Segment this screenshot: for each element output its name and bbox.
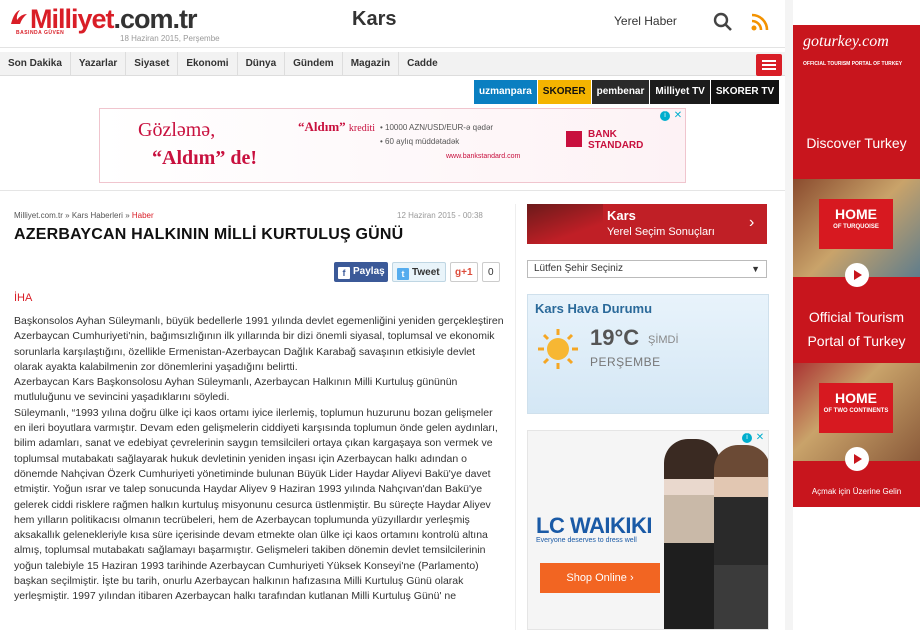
bank-logo-icon bbox=[566, 131, 582, 147]
home-badge: HOME OF TWO CONTINENTS bbox=[819, 383, 893, 433]
bank-standard-ad[interactable]: Gözləmə, “Aldım” de! “Aldım” krediti • 1… bbox=[99, 108, 686, 183]
goturkey-skyscraper-ad[interactable]: goturkey.com OFFICIAL TOURISM PORTAL OF … bbox=[793, 25, 920, 507]
breadcrumb-sep: » bbox=[125, 211, 130, 220]
bank-logo: BANK STANDARD bbox=[566, 127, 646, 153]
facebook-share-button[interactable]: f Paylaş bbox=[334, 262, 388, 282]
goturkey-logo: goturkey.com bbox=[803, 33, 889, 50]
article-paragraph: Süleymanlı, “1993 yılına doğru ülke içi … bbox=[14, 406, 498, 603]
election-subtitle: Yerel Seçim Sonuçları bbox=[607, 226, 715, 238]
tab-pembenar[interactable]: pembenar bbox=[591, 80, 651, 104]
tab-uzmanpara[interactable]: uzmanpara bbox=[474, 80, 538, 104]
model-image bbox=[714, 445, 768, 629]
ad-bullet-2: • 60 aylıq müddətadək bbox=[380, 137, 460, 146]
breadcrumb-site[interactable]: Milliyet.com.tr bbox=[14, 211, 63, 220]
nav-item-son-dakika[interactable]: Son Dakika bbox=[0, 52, 71, 75]
ad-line-2: “Aldım” de! bbox=[152, 147, 257, 169]
tab-milliyet-tv[interactable]: Milliyet TV bbox=[650, 80, 711, 104]
ad-bullet-1: • 10000 AZN/USD/EUR-ə qədər bbox=[380, 123, 494, 132]
milliyet-flag-icon bbox=[11, 10, 27, 24]
lc-slogan: Everyone deserves to dress well bbox=[536, 537, 637, 544]
tab-skorer[interactable]: SKORER bbox=[537, 80, 592, 104]
ad-url: www.bankstandard.com bbox=[446, 153, 521, 160]
model-image bbox=[664, 439, 720, 629]
weather-now-label: ŞİMDİ bbox=[648, 334, 679, 346]
article-body: Başkonsolos Ayhan Süleymanlı, büyük bede… bbox=[14, 314, 504, 630]
adchoices-icon[interactable]: i ✕ bbox=[660, 111, 684, 121]
ad-headline: “Aldım” krediti bbox=[298, 119, 376, 134]
hover-to-open-text: Açmak için Üzerine Gelin bbox=[811, 487, 902, 496]
rss-icon[interactable] bbox=[750, 12, 770, 32]
turkey-photo: HOME OF TWO CONTINENTS bbox=[793, 363, 920, 471]
local-news-link[interactable]: Yerel Haber bbox=[614, 14, 677, 28]
page-city-title: Kars bbox=[352, 8, 397, 30]
article-paragraph: Başkonsolos Ayhan Süleymanlı, büyük bede… bbox=[14, 315, 504, 373]
turkey-photo: HOME OF TURQUOISE bbox=[793, 179, 920, 287]
breadcrumb-current: Haber bbox=[131, 211, 154, 220]
election-image bbox=[527, 204, 603, 244]
tab-skorer-tv[interactable]: SKORER TV bbox=[710, 80, 781, 104]
article-date: 12 Haziran 2015 - 00:38 bbox=[397, 211, 483, 220]
weather-widget: Kars Hava Durumu 19°C ŞİMDİ PERŞEMBE bbox=[527, 294, 769, 414]
subsite-tabs: uzmanpara SKORER pembenar Milliyet TV SK… bbox=[474, 80, 781, 104]
facebook-icon: f bbox=[338, 267, 350, 279]
city-select[interactable]: Lütfen Şehir Seçiniz ▼ bbox=[527, 260, 767, 278]
weather-temperature: 19°C bbox=[590, 325, 640, 350]
nav-item-dunya[interactable]: Dünya bbox=[238, 52, 286, 75]
election-results-widget[interactable]: Kars Yerel Seçim Sonuçları › bbox=[527, 204, 767, 244]
header-date: 18 Haziran 2015, Perşembe bbox=[120, 34, 220, 43]
play-icon[interactable] bbox=[845, 263, 869, 287]
logo-slogan: BASINDA GÜVEN bbox=[16, 30, 65, 36]
goturkey-subtitle: OFFICIAL TOURISM PORTAL OF TURKEY bbox=[803, 61, 903, 67]
adchoices-icon[interactable]: i ✕ bbox=[742, 433, 766, 443]
article-paragraph: Azerbaycan Kars Başkonsolosu Ayhan Süley… bbox=[14, 376, 458, 404]
divider bbox=[0, 190, 785, 191]
nav-item-yazarlar[interactable]: Yazarlar bbox=[71, 52, 127, 75]
nav-item-magazin[interactable]: Magazin bbox=[343, 52, 400, 75]
discover-turkey-text: Discover Turkey bbox=[806, 135, 907, 151]
city-select-value: Lütfen Şehir Seçiniz bbox=[534, 263, 623, 274]
weather-title: Kars Hava Durumu bbox=[535, 301, 653, 316]
nav-item-siyaset[interactable]: Siyaset bbox=[126, 52, 179, 75]
lc-waikiki-ad[interactable]: LC WAIKIKI Everyone deserves to dress we… bbox=[527, 430, 769, 630]
nav-item-cadde[interactable]: Cadde bbox=[399, 52, 446, 75]
play-icon[interactable] bbox=[845, 447, 869, 471]
chevron-down-icon: ▼ bbox=[751, 264, 760, 274]
site-header: Milliyet.com.tr BASINDA GÜVEN 18 Haziran… bbox=[0, 0, 785, 48]
google-plus-button[interactable]: g+1 bbox=[450, 262, 478, 282]
nav-item-gundem[interactable]: Gündem bbox=[285, 52, 343, 75]
search-icon[interactable] bbox=[713, 12, 733, 32]
home-badge: HOME OF TURQUOISE bbox=[819, 199, 893, 249]
official-portal-text: Official Tourism Portal of Turkey bbox=[807, 309, 906, 349]
hamburger-menu-icon[interactable] bbox=[756, 54, 782, 76]
main-nav: Son Dakika Yazarlar Siyaset Ekonomi Düny… bbox=[0, 52, 785, 76]
article-source: İHA bbox=[14, 292, 33, 304]
weather-day: PERŞEMBE bbox=[590, 355, 661, 369]
election-city: Kars bbox=[607, 208, 636, 223]
sun-icon bbox=[538, 329, 578, 369]
ad-line-1: Gözləmə, bbox=[138, 119, 216, 141]
article-title: AZERBAYCAN HALKININ MİLLİ KURTULUŞ GÜNÜ bbox=[14, 226, 404, 243]
google-plus-count: 0 bbox=[482, 262, 500, 282]
chevron-right-icon: › bbox=[749, 214, 755, 231]
shop-online-button[interactable]: Shop Online › bbox=[540, 563, 660, 593]
breadcrumb: Milliyet.com.tr » Kars Haberleri » Haber bbox=[14, 211, 154, 220]
lc-waikiki-logo: LC WAIKIKI bbox=[536, 513, 653, 538]
nav-item-ekonomi[interactable]: Ekonomi bbox=[178, 52, 238, 75]
bank-name: BANK STANDARD bbox=[588, 129, 644, 151]
page-scrollbar[interactable] bbox=[785, 0, 793, 630]
breadcrumb-sep: » bbox=[65, 211, 70, 220]
twitter-icon: t bbox=[397, 268, 409, 280]
column-divider bbox=[515, 204, 516, 630]
twitter-share-button[interactable]: t Tweet bbox=[392, 262, 446, 282]
breadcrumb-category[interactable]: Kars Haberleri bbox=[72, 211, 123, 220]
page: Milliyet.com.tr BASINDA GÜVEN 18 Haziran… bbox=[0, 0, 785, 630]
goturkey-header: goturkey.com OFFICIAL TOURISM PORTAL OF … bbox=[793, 25, 920, 81]
